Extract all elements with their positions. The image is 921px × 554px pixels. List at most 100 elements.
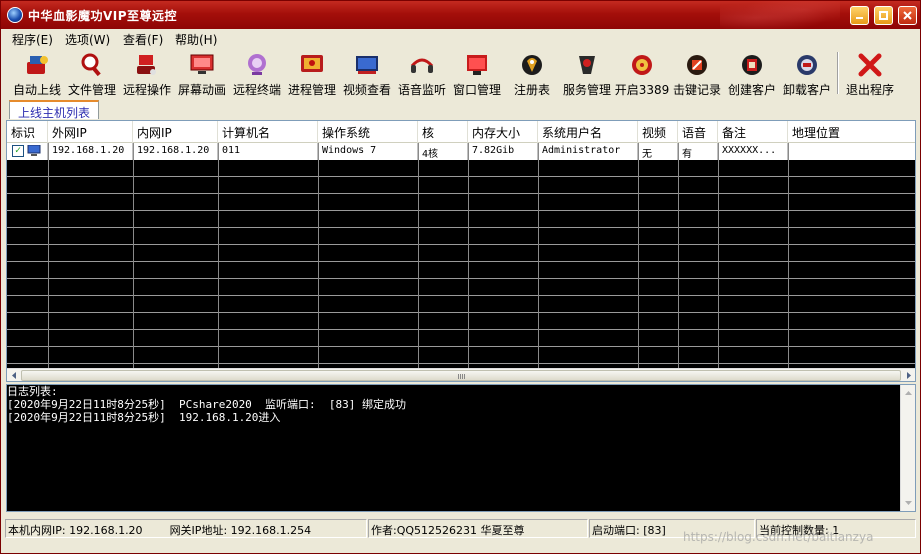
grid-line bbox=[718, 143, 719, 369]
row-checkbox[interactable]: ✓ bbox=[12, 145, 24, 157]
cell-audio: 有 bbox=[678, 143, 718, 160]
tool-rdp[interactable]: 开启3389 bbox=[614, 50, 670, 97]
menu-help[interactable]: 帮助(H) bbox=[175, 31, 217, 48]
cell-flag: ✓ bbox=[7, 143, 48, 160]
tool-label: 注册表 bbox=[513, 83, 550, 97]
menu-view[interactable]: 查看(F) bbox=[123, 31, 163, 48]
tool-exit[interactable]: 退出程序 bbox=[844, 50, 896, 97]
table-row[interactable]: ✓ 192.168.1.20 192.168.1.20 011 Windows … bbox=[7, 143, 915, 160]
maximize-button[interactable] bbox=[874, 6, 893, 25]
column-header[interactable]: 地理位置 bbox=[788, 121, 915, 143]
column-header[interactable]: 计算机名 bbox=[218, 121, 318, 143]
uninstall-client-icon bbox=[794, 52, 820, 78]
tool-keylogger[interactable]: 击键记录 bbox=[672, 50, 722, 97]
menu-options[interactable]: 选项(W) bbox=[65, 31, 110, 48]
grid-line bbox=[468, 143, 469, 369]
empty-row bbox=[7, 177, 915, 194]
tool-terminal[interactable]: 远程终端 bbox=[232, 50, 282, 97]
log-panel[interactable]: 日志列表: [2020年9月22日11时8分25秒] PCshare2020 监… bbox=[6, 384, 916, 512]
menu-bar: 程序(E) 选项(W) 查看(F) 帮助(H) bbox=[1, 29, 920, 48]
column-header[interactable]: 系统用户名 bbox=[538, 121, 638, 143]
tool-audio[interactable]: 语音监听 bbox=[397, 50, 447, 97]
tool-window[interactable]: 窗口管理 bbox=[452, 50, 502, 97]
grid-line bbox=[318, 143, 319, 369]
empty-row bbox=[7, 296, 915, 313]
tool-service[interactable]: 服务管理 bbox=[562, 50, 612, 97]
tool-video[interactable]: 视频查看 bbox=[342, 50, 392, 97]
audio-icon bbox=[409, 52, 435, 78]
horizontal-scrollbar[interactable] bbox=[7, 368, 915, 381]
column-header[interactable]: 视频 bbox=[638, 121, 678, 143]
empty-row bbox=[7, 211, 915, 228]
tool-file-manager[interactable]: 文件管理 bbox=[67, 50, 117, 97]
status-network: 本机内网IP: 192.168.1.20 网关IP地址: 192.168.1.2… bbox=[5, 519, 367, 538]
scroll-left-button[interactable] bbox=[7, 369, 20, 381]
scroll-thumb[interactable] bbox=[21, 370, 901, 381]
main-window: 中华血影魔功VIP至尊远控 程序(E) 选项(W) 查看(F) 帮助(H) 自动… bbox=[0, 0, 921, 554]
log-text[interactable]: 日志列表: [2020年9月22日11时8分25秒] PCshare2020 监… bbox=[7, 385, 900, 511]
column-header[interactable]: 操作系统 bbox=[318, 121, 418, 143]
minimize-button[interactable] bbox=[850, 6, 869, 25]
tool-uninstall-client[interactable]: 卸载客户 bbox=[782, 50, 832, 97]
window-icon bbox=[464, 52, 490, 78]
video-icon bbox=[354, 52, 380, 78]
tool-label: 服务管理 bbox=[562, 83, 611, 97]
column-header[interactable]: 外网IP bbox=[48, 121, 133, 143]
tool-remote-control[interactable]: 远程操作 bbox=[122, 50, 172, 97]
cell-memory: 7.82Gib bbox=[468, 143, 538, 160]
cell-remark: XXXXXX... bbox=[718, 143, 788, 160]
column-header[interactable]: 内存大小 bbox=[468, 121, 538, 143]
tool-label: 自动上线 bbox=[12, 83, 61, 97]
host-list[interactable]: 标识 外网IP 内网IP 计算机名 操作系统 核 内存大小 系统用户名 视频 语… bbox=[6, 120, 916, 382]
grip-icon bbox=[458, 374, 466, 379]
log-line: [2020年9月22日11时8分25秒] PCshare2020 监听端口: [… bbox=[7, 398, 407, 411]
scroll-down-button[interactable] bbox=[901, 496, 915, 511]
watermark: https://blog.csdn.net/baitianzya bbox=[683, 530, 874, 544]
grid-line bbox=[418, 143, 419, 369]
vertical-scrollbar[interactable] bbox=[900, 385, 915, 511]
tool-auto-online[interactable]: 自动上线 bbox=[12, 50, 62, 97]
tool-label: 创建客户 bbox=[727, 83, 776, 97]
terminal-icon bbox=[244, 52, 270, 78]
tool-create-client[interactable]: 创建客户 bbox=[727, 50, 777, 97]
cell-os: Windows 7 bbox=[318, 143, 418, 160]
column-header[interactable]: 内网IP bbox=[133, 121, 218, 143]
log-title: 日志列表: bbox=[7, 385, 58, 398]
menu-program[interactable]: 程序(E) bbox=[12, 31, 53, 48]
tool-registry[interactable]: 注册表 bbox=[507, 50, 557, 97]
column-header[interactable]: 核 bbox=[418, 121, 468, 143]
minimize-icon bbox=[856, 17, 863, 19]
screen-capture-icon bbox=[189, 52, 215, 78]
column-header[interactable]: 备注 bbox=[718, 121, 788, 143]
process-icon bbox=[299, 52, 325, 78]
create-client-icon bbox=[739, 52, 765, 78]
title-bar[interactable]: 中华血影魔功VIP至尊远控 bbox=[1, 1, 920, 29]
scroll-up-button[interactable] bbox=[901, 385, 915, 400]
toolbar: 自动上线 文件管理 远程操作 屏幕动画 远程终端 进程管理 视频查看 语音监听 … bbox=[1, 48, 920, 98]
tab-strip: 上线主机列表 bbox=[1, 98, 920, 120]
close-button[interactable] bbox=[898, 6, 917, 25]
column-header[interactable]: 语音 bbox=[678, 121, 718, 143]
close-icon bbox=[903, 11, 912, 20]
tool-label: 进程管理 bbox=[287, 83, 336, 97]
column-header[interactable]: 标识 bbox=[7, 121, 48, 143]
tool-label: 远程终端 bbox=[232, 83, 281, 97]
tab-online-hosts[interactable]: 上线主机列表 bbox=[9, 100, 100, 120]
cell-cores: 4核 bbox=[418, 143, 468, 160]
tool-label: 卸载客户 bbox=[782, 83, 831, 97]
grid-line bbox=[678, 143, 679, 369]
tool-screen-capture[interactable]: 屏幕动画 bbox=[177, 50, 227, 97]
tool-label: 开启3389 bbox=[614, 83, 670, 97]
tool-process[interactable]: 进程管理 bbox=[287, 50, 337, 97]
tool-label: 屏幕动画 bbox=[177, 83, 226, 97]
window-title: 中华血影魔功VIP至尊远控 bbox=[28, 9, 178, 23]
empty-row bbox=[7, 160, 915, 177]
maximize-icon bbox=[879, 11, 888, 20]
scroll-right-button[interactable] bbox=[902, 369, 915, 381]
list-body: ✓ 192.168.1.20 192.168.1.20 011 Windows … bbox=[7, 143, 915, 369]
grid-line bbox=[48, 143, 49, 369]
cell-video: 无 bbox=[638, 143, 678, 160]
toolbar-separator bbox=[837, 52, 839, 94]
empty-row bbox=[7, 313, 915, 330]
grid-line bbox=[788, 143, 789, 369]
